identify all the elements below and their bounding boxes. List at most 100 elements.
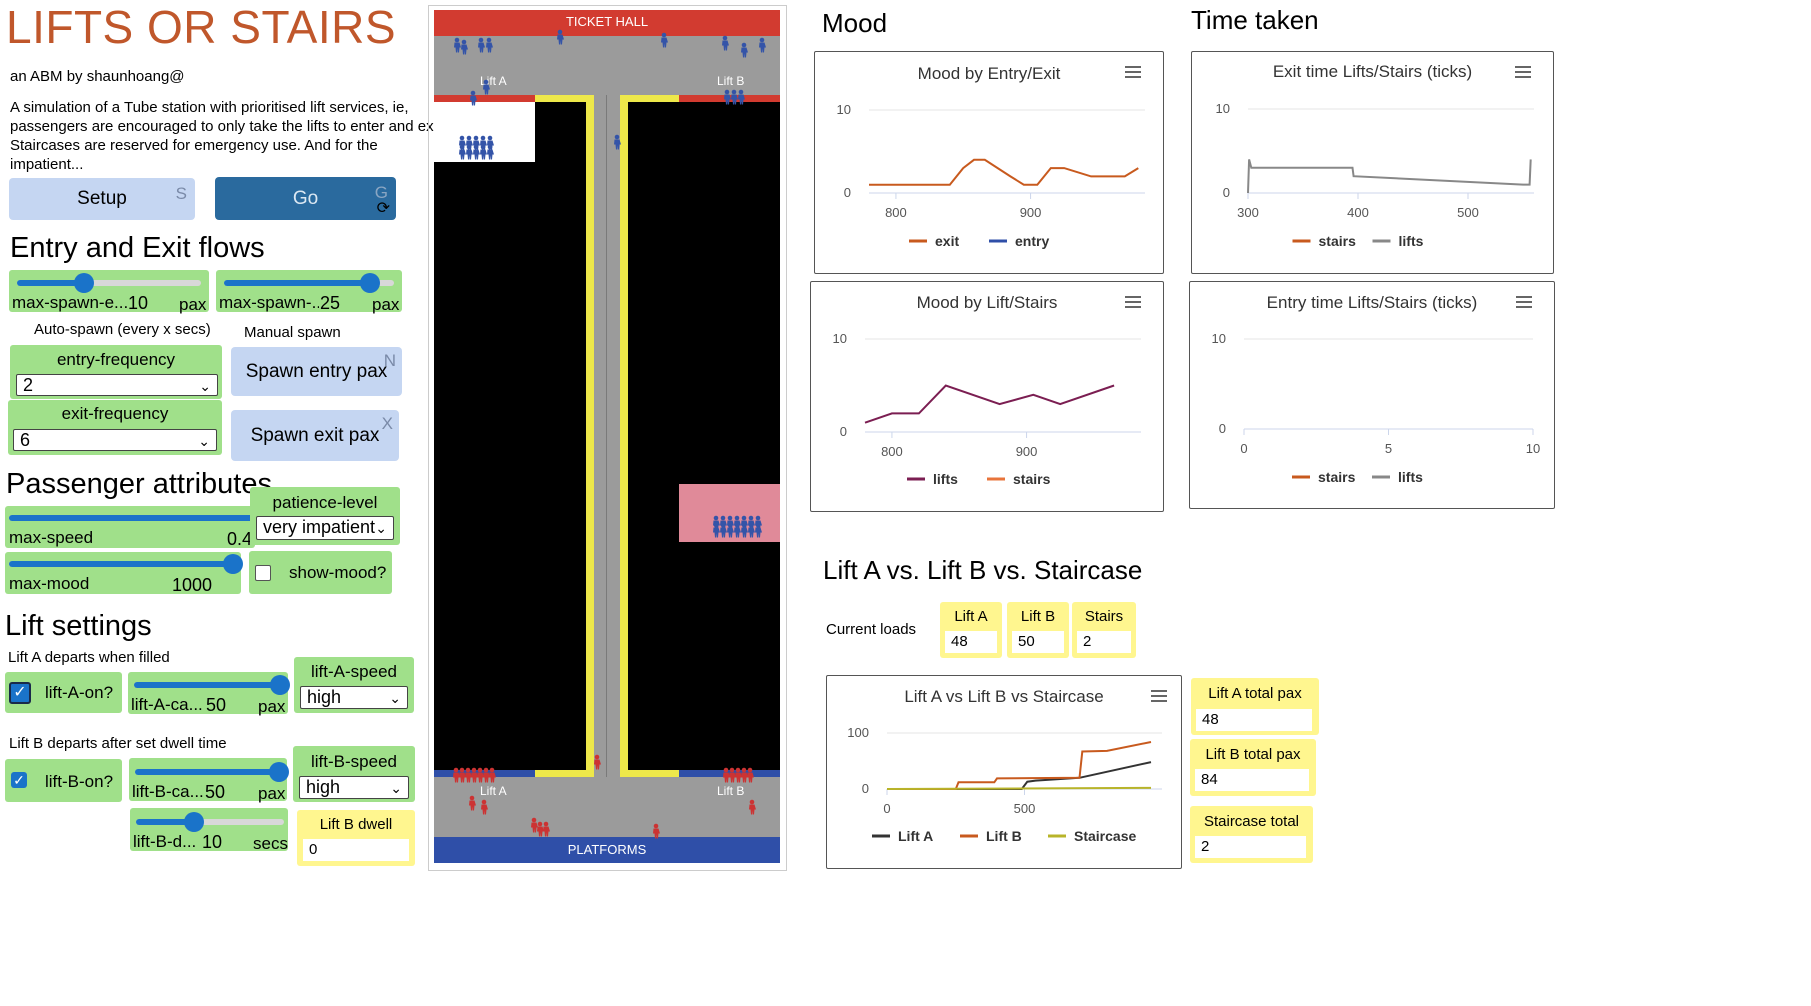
max-spawn-entry-knob[interactable] [74,273,94,293]
go-button[interactable]: Go G ⟳ [215,177,396,220]
max-spawn-exit-label: max-spawn-... [219,293,319,312]
lift-b-capacity-knob[interactable] [269,762,289,782]
x-tick-label: 800 [885,205,907,220]
lift-a-speed-chooser[interactable]: lift-A-speed high ⌄ [294,657,414,713]
max-spawn-exit-knob[interactable] [360,273,380,293]
setup-hotkey: S [175,184,187,203]
exit-frequency-chooser[interactable]: exit-frequency 6 ⌄ [8,400,222,455]
time-taken-heading: Time taken [1191,5,1319,35]
lift-b-speed-value: high [306,777,341,797]
chevron-down-icon: ⌄ [199,378,211,394]
exit-frequency-select[interactable]: 6 ⌄ [13,429,217,451]
legend-label[interactable]: Lift B [986,828,1022,844]
lift-b-capacity-slider[interactable]: lift-B-ca... 50 pax [129,758,289,803]
lift-b-total-monitor: Lift B total pax 84 [1190,739,1316,796]
legend-label[interactable]: exit [935,233,959,249]
max-spawn-exit-slider[interactable]: max-spawn-... 25 pax [216,270,402,314]
lift-a-capacity-slider[interactable]: lift-A-ca... 50 pax [128,672,290,716]
lift-b-on-checkbox[interactable]: ✓ [11,772,27,788]
legend-label[interactable]: lifts [933,471,958,487]
max-mood-label: max-mood [9,574,90,593]
y-tick-label: 0 [844,185,851,200]
spawn-entry-button[interactable]: Spawn entry pax N [231,347,402,396]
chevron-down-icon: ⌄ [389,690,401,706]
legend-label[interactable]: Staircase [1074,828,1136,844]
spawn-exit-hotkey: X [381,414,393,433]
app-title: LIFTS OR STAIRS [6,1,397,53]
y-tick-label: 10 [837,102,851,117]
x-tick-label: 800 [881,444,903,459]
entry-frequency-chooser[interactable]: entry-frequency 2 ⌄ [10,345,222,399]
lift-b-dwell-knob[interactable] [184,812,204,832]
series-line-lift-b [887,741,1152,790]
monitor-label: Lift B [1020,608,1056,625]
lift-b-speed-chooser[interactable]: lift-B-speed high ⌄ [293,746,415,802]
chevron-down-icon: ⌄ [198,433,210,449]
lift-b-dwell-monitor: Lift B dwell 0 [297,810,415,866]
max-spawn-exit-fill [224,280,370,286]
lift-b-dwell-unit: secs [253,834,288,853]
max-speed-fill [9,515,253,521]
max-spawn-entry-slider[interactable]: max-spawn-e... 10 pax [9,270,209,314]
show-mood-label: show-mood? [289,563,387,582]
spawn-exit-button[interactable]: Spawn exit pax X [231,410,399,461]
monitor-label: Lift A total pax [1208,685,1302,702]
series-line-lift-a [887,761,1152,790]
y-tick-label: 10 [1212,331,1226,346]
lift-b-speed-select[interactable]: high ⌄ [299,776,409,799]
entry-exit-heading: Entry and Exit flows [10,232,265,264]
lift-a-total-monitor: Lift A total pax 48 [1191,678,1319,735]
entry-frequency-select[interactable]: 2 ⌄ [16,374,218,396]
current-loads-label: Current loads [826,621,917,638]
monitor-value: 2 [1077,631,1131,653]
legend-label[interactable]: lifts [1398,469,1423,485]
legend-label[interactable]: stairs [1318,469,1356,485]
patience-level-select[interactable]: very impatient ⌄ [256,516,394,540]
mood-entry-exit-panel: Mood by Entry/Exit 0 10 800 900 exit entry [814,51,1164,274]
monitor-label: Staircase total [1203,813,1300,830]
exit-frequency-label: exit-frequency [61,404,169,423]
mood-heading: Mood [822,8,888,38]
lift-b-speed-label: lift-B-speed [311,752,397,771]
legend-label[interactable]: stairs [1013,471,1051,487]
lift-a-capacity-unit: pax [258,697,286,716]
max-mood-knob[interactable] [223,554,243,574]
entry-passengers [454,29,766,538]
patience-level-chooser[interactable]: patience-level very impatient ⌄ [250,487,400,545]
max-mood-fill [9,561,233,567]
lift-b-dwell-slider[interactable]: lift-B-d... 10 secs [130,808,288,853]
legend-label[interactable]: stairs [1319,233,1357,249]
y-tick-label: 10 [1216,101,1230,116]
series-line-exit [869,158,1139,186]
show-mood-checkbox[interactable] [255,565,271,581]
monitor-value: 48 [945,631,997,653]
lift-a-on-switch[interactable]: ✓ lift-A-on? [5,672,122,713]
lift-a-load-monitor: Lift A 48 [940,602,1002,658]
lift-b-capacity-value: 50 [205,782,226,802]
legend-label[interactable]: entry [1015,233,1049,249]
lift-a-capacity-value: 50 [206,695,227,715]
legend-label[interactable]: lifts [1399,233,1424,249]
monitor-value: 84 [1195,769,1309,791]
lift-b-dwell-monitor-label: Lift B dwell [319,816,393,833]
monitor-label: Lift B total pax [1205,746,1301,763]
passenger-agents [453,29,766,839]
exit-passengers [453,754,756,839]
max-mood-slider[interactable]: max-mood 1000 [5,552,243,595]
lift-b-on-switch[interactable]: ✓ lift-B-on? [5,759,122,802]
lift-b-capacity-label: lift-B-ca... [132,782,204,801]
setup-button[interactable]: Setup S [9,178,195,220]
chevron-down-icon: ⌄ [375,520,387,536]
lift-a-speed-select[interactable]: high ⌄ [300,686,408,709]
manual-spawn-label: Manual spawn [244,324,341,341]
series-line-lifts [864,384,1115,424]
lift-a-speed-value: high [307,687,342,707]
legend-label[interactable]: Lift A [898,828,933,844]
show-mood-switch[interactable]: show-mood? [249,551,392,594]
passenger-attributes-heading: Passenger attributes [6,468,272,500]
max-speed-slider[interactable]: max-speed 0.4 [5,506,255,549]
world-view[interactable]: TICKET HALL Lift A Lift B Lift A Lift B … [434,10,780,863]
lift-a-on-checkbox[interactable]: ✓ [9,682,31,704]
lift-a-capacity-knob[interactable] [270,675,290,695]
entry-time-panel: Entry time Lifts/Stairs (ticks) 0 10 0 5 10 s… [1189,281,1555,509]
